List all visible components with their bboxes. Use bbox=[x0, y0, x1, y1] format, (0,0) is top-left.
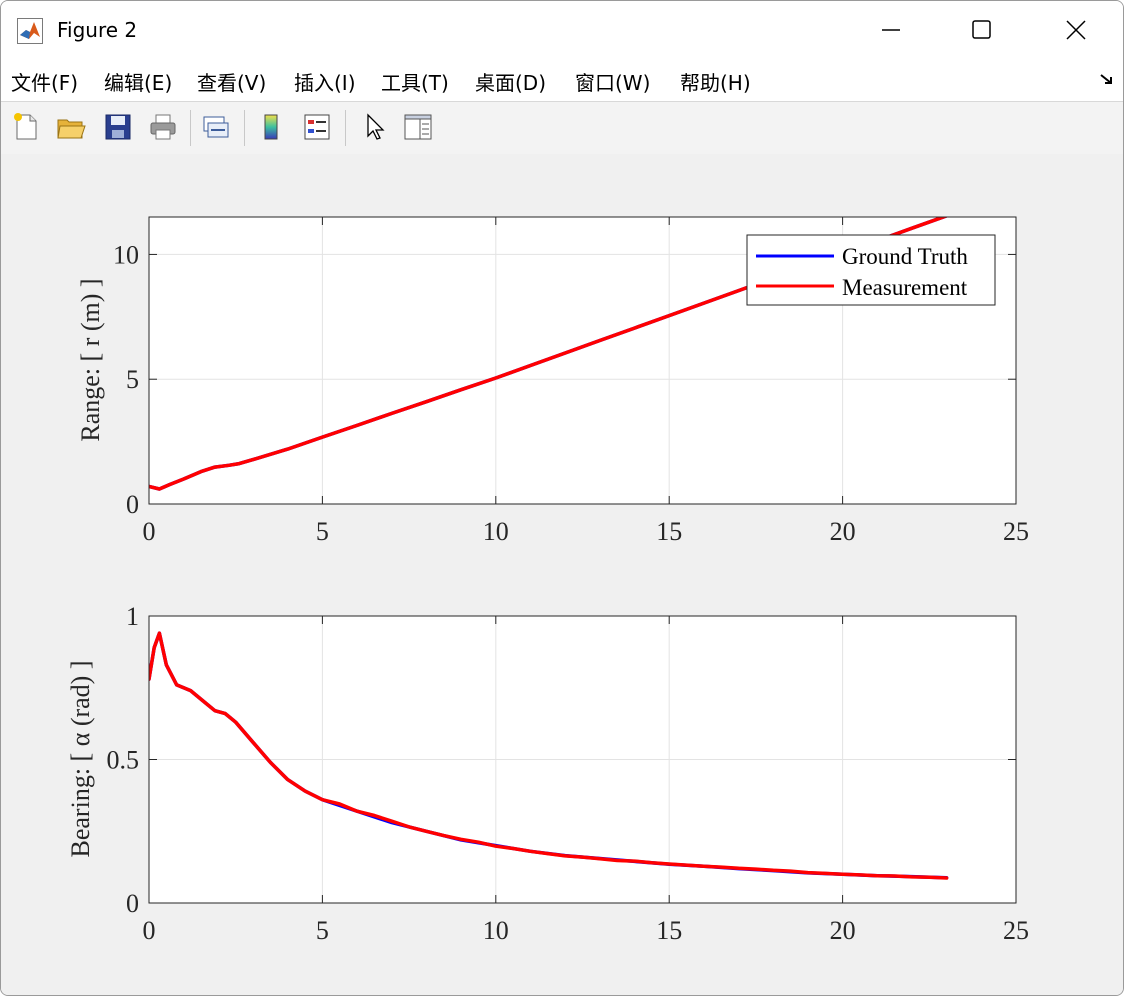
x-tick-label: 0 bbox=[143, 916, 156, 945]
x-tick-label: 25 bbox=[1003, 916, 1029, 945]
x-tick-label: 25 bbox=[1003, 517, 1029, 546]
maximize-button[interactable] bbox=[937, 1, 1027, 59]
close-icon bbox=[1066, 20, 1086, 40]
legend-icon bbox=[304, 114, 330, 140]
menu-view[interactable]: 查看(V) bbox=[197, 67, 266, 96]
minimize-icon bbox=[882, 29, 900, 31]
colorbar-button[interactable] bbox=[254, 110, 288, 144]
menu-tools[interactable]: 工具(T) bbox=[381, 67, 449, 96]
y-tick-label: 0 bbox=[126, 889, 139, 918]
y-tick-label: 0.5 bbox=[107, 746, 140, 775]
maximize-icon bbox=[972, 20, 991, 39]
bearing-axes[interactable]: 0 5 10 15 20 25 0 0.5 1 Bearing: [ α (rad) ] bbox=[66, 602, 1029, 945]
y-tick-label: 10 bbox=[113, 240, 139, 269]
new-figure-icon bbox=[14, 113, 37, 140]
legend-button[interactable] bbox=[300, 110, 334, 144]
bearing-ylabel: Bearing: [ α (rad) ] bbox=[66, 661, 95, 858]
figure-canvas[interactable]: 0 5 10 15 20 25 0 5 10 Range: [ r (m) ] Ground T… bbox=[1, 154, 1123, 995]
property-inspector-icon bbox=[404, 114, 432, 140]
x-tick-label: 15 bbox=[656, 517, 682, 546]
window-title: Figure 2 bbox=[57, 18, 138, 42]
figure-window: Figure 2 文件(F) 编辑(E) 查看(V) 插入(I) 工具(T) 桌… bbox=[0, 0, 1124, 996]
menu-desktop[interactable]: 桌面(D) bbox=[475, 67, 546, 96]
open-file-button[interactable] bbox=[54, 110, 88, 144]
colorbar-icon bbox=[264, 114, 278, 140]
legend-label-measurement: Measurement bbox=[842, 275, 968, 300]
legend[interactable]: Ground Truth Measurement bbox=[746, 234, 996, 306]
legend-label-ground-truth: Ground Truth bbox=[842, 244, 968, 269]
plots-svg: 0 5 10 15 20 250510 Range: [ r (m) ] Ground T… bbox=[66, 216, 1029, 945]
x-tick-label: 20 bbox=[830, 517, 856, 546]
pointer-button[interactable] bbox=[358, 110, 392, 144]
matlab-logo-icon bbox=[17, 18, 43, 44]
menu-edit[interactable]: 编辑(E) bbox=[104, 67, 172, 96]
y-tick-label: 0 bbox=[126, 490, 139, 519]
toolbar-separator bbox=[190, 110, 191, 146]
print-icon bbox=[150, 114, 176, 140]
x-tick-label: 10 bbox=[483, 517, 509, 546]
menu-insert[interactable]: 插入(I) bbox=[294, 67, 356, 96]
dock-arrow-icon[interactable] bbox=[1099, 73, 1115, 87]
close-button[interactable] bbox=[1031, 1, 1121, 59]
menu-help[interactable]: 帮助(H) bbox=[680, 67, 751, 96]
range-axes[interactable]: 0 5 10 15 20 25 0 5 10 Range: [ r (m) ] Ground T… bbox=[76, 216, 1029, 546]
range-ylabel: Range: [ r (m) ] bbox=[76, 278, 105, 441]
title-bar[interactable]: Figure 2 bbox=[1, 1, 1123, 59]
menu-bar: 文件(F) 编辑(E) 查看(V) 插入(I) 工具(T) 桌面(D) 窗口(W… bbox=[1, 59, 1123, 101]
property-inspector-button[interactable] bbox=[401, 110, 435, 144]
toolbar-separator bbox=[345, 110, 346, 146]
x-tick-label: 5 bbox=[316, 517, 329, 546]
y-tick-label: 1 bbox=[126, 602, 139, 631]
toolbar-separator bbox=[244, 110, 245, 146]
x-tick-label: 10 bbox=[483, 916, 509, 945]
y-tick-label: 5 bbox=[126, 365, 139, 394]
x-tick-label: 0 bbox=[143, 517, 156, 546]
link-plot-icon bbox=[203, 116, 229, 138]
toolbar bbox=[1, 101, 1123, 155]
menu-file[interactable]: 文件(F) bbox=[11, 67, 78, 96]
open-file-icon bbox=[57, 119, 86, 139]
x-tick-label: 15 bbox=[656, 916, 682, 945]
menu-window[interactable]: 窗口(W) bbox=[575, 67, 650, 96]
x-tick-label: 5 bbox=[316, 916, 329, 945]
print-button[interactable] bbox=[146, 110, 180, 144]
save-icon bbox=[105, 114, 131, 140]
link-plot-button[interactable] bbox=[199, 110, 233, 144]
minimize-button[interactable] bbox=[846, 1, 936, 59]
new-figure-button[interactable] bbox=[9, 110, 43, 144]
pointer-icon bbox=[367, 113, 385, 140]
x-tick-label: 20 bbox=[830, 916, 856, 945]
save-button[interactable] bbox=[101, 110, 135, 144]
